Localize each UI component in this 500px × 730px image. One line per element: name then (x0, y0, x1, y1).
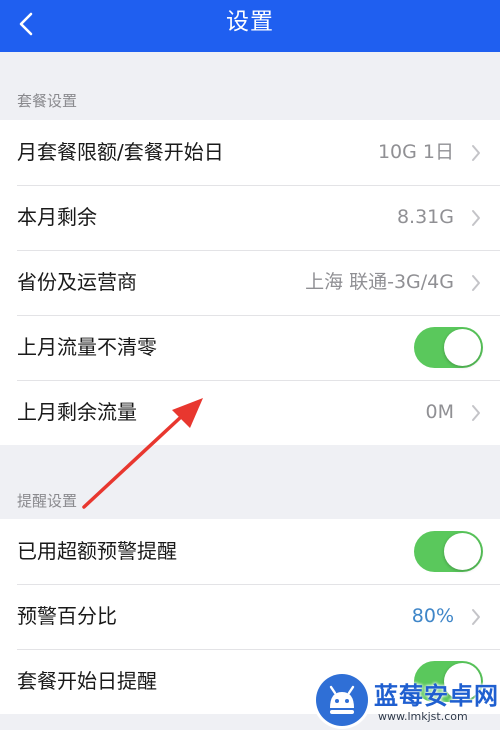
row-value: 10G 1日 (377, 141, 454, 163)
row-label: 套餐开始日提醒 (17, 669, 157, 693)
watermark-url: www.lmkjst.com (378, 710, 468, 723)
row-rollover-toggle: 上月流量不清零 (0, 315, 500, 380)
row-label: 上月剩余流量 (17, 400, 137, 424)
row-value: 8.31G (396, 206, 454, 228)
section-header-plan: 套餐设置 (17, 92, 78, 110)
watermark: 蓝莓安卓网 www.lmkjst.com (312, 672, 500, 729)
row-label: 已用超额预警提醒 (17, 539, 177, 563)
row-label: 省份及运营商 (17, 270, 137, 294)
switch-knob (444, 533, 481, 570)
overuse-alert-switch[interactable] (414, 531, 483, 572)
chevron-right-icon (472, 405, 480, 421)
row-plan-limit[interactable]: 月套餐限额/套餐开始日 10G 1日 (0, 120, 500, 185)
group-plan-settings: 月套餐限额/套餐开始日 10G 1日 本月剩余 8.31G 省份及运营商 上海 … (0, 120, 500, 445)
switch-knob (444, 329, 481, 366)
page-title: 设置 (226, 9, 274, 35)
row-value: 上海 联通-3G/4G (305, 271, 454, 293)
rollover-switch[interactable] (414, 327, 483, 368)
watermark-title: 蓝莓安卓网 (374, 682, 499, 710)
row-value: 0M (425, 401, 454, 423)
row-overuse-alert: 已用超额预警提醒 (0, 519, 500, 584)
row-value: 80% (411, 605, 454, 627)
watermark-logo-icon (316, 674, 368, 726)
row-month-remaining[interactable]: 本月剩余 8.31G (0, 185, 500, 250)
row-alert-percentage[interactable]: 预警百分比 80% (0, 584, 500, 649)
chevron-right-icon (472, 145, 480, 161)
row-label: 上月流量不清零 (17, 335, 157, 359)
row-label: 本月剩余 (17, 205, 97, 229)
chevron-right-icon (472, 275, 480, 291)
section-header-reminder: 提醒设置 (17, 492, 78, 510)
row-last-month-remaining[interactable]: 上月剩余流量 0M (0, 380, 500, 445)
chevron-right-icon (472, 609, 480, 625)
row-label: 月套餐限额/套餐开始日 (17, 140, 224, 164)
chevron-right-icon (472, 210, 480, 226)
nav-bar: 设置 (0, 0, 500, 52)
row-label: 预警百分比 (17, 604, 117, 628)
row-province-carrier[interactable]: 省份及运营商 上海 联通-3G/4G (0, 250, 500, 315)
